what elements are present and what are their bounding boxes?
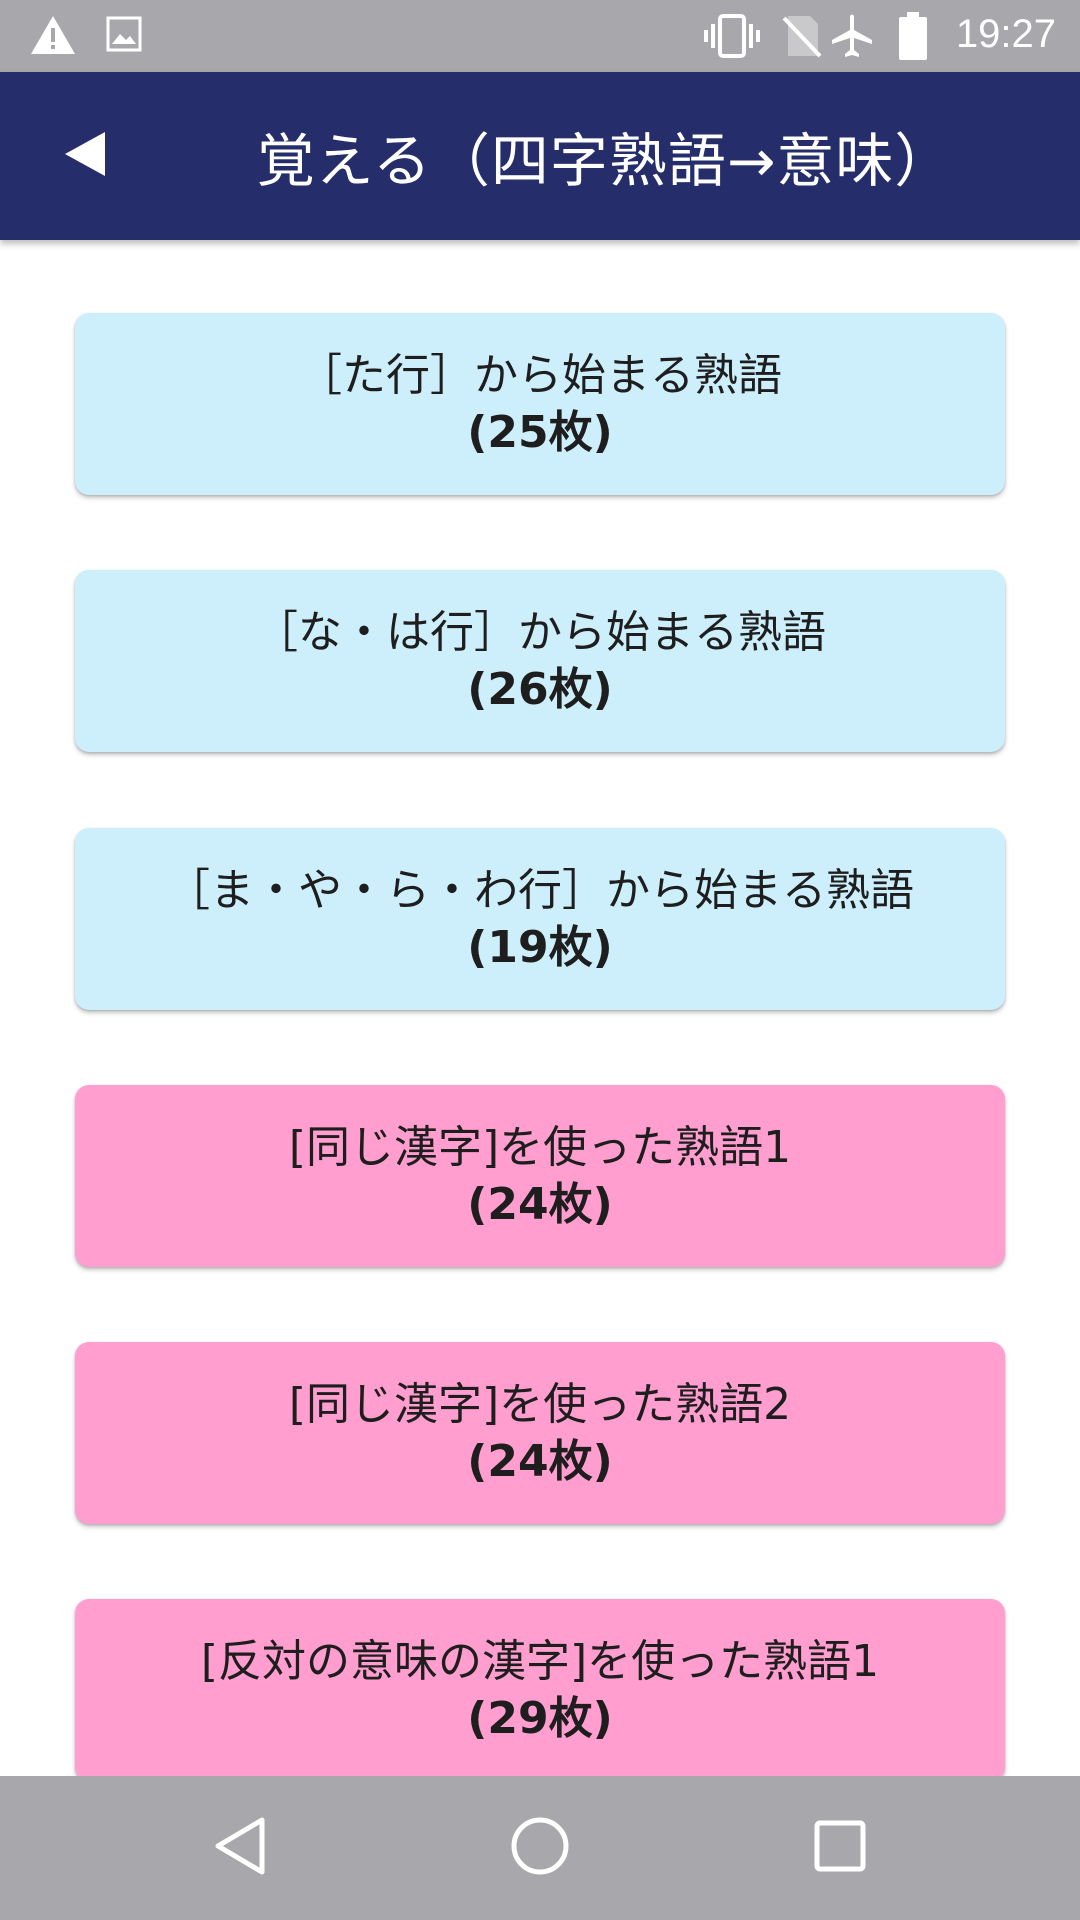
- nav-back-button[interactable]: [200, 1808, 280, 1888]
- image-icon: [106, 16, 142, 56]
- nav-home-button[interactable]: [500, 1808, 580, 1888]
- deck-card-title: [同じ漢字]を使った熟語1: [288, 1122, 792, 1173]
- no-sim-icon: [782, 14, 822, 62]
- deck-card-title: ［な・は行］から始まる熟語: [254, 607, 826, 658]
- deck-card-count: (24枚): [467, 1179, 613, 1230]
- deck-card-title: [反対の意味の漢字]を使った熟語1: [200, 1636, 880, 1687]
- back-arrow-icon: [63, 130, 107, 182]
- deck-card-ma-ya-ra-wa-row[interactable]: ［ま・や・ら・わ行］から始まる熟語 (19枚): [75, 828, 1005, 1010]
- deck-card-count: (19枚): [467, 922, 613, 973]
- deck-card-title: ［た行］から始まる熟語: [298, 350, 782, 401]
- nav-recents-button[interactable]: [800, 1808, 880, 1888]
- status-clock: 19:27: [955, 12, 1056, 56]
- deck-card-count: (24枚): [467, 1436, 613, 1487]
- deck-card-title: ［ま・や・ら・わ行］から始まる熟語: [166, 865, 914, 916]
- page-title: 覚える（四字熟語→意味）: [256, 127, 954, 195]
- battery-icon: [898, 12, 928, 64]
- vibrate-icon: [704, 14, 760, 62]
- airplane-icon: [828, 12, 876, 64]
- deck-card-ta-row[interactable]: ［た行］から始まる熟語 (25枚): [75, 313, 1005, 495]
- nav-home-icon: [508, 1814, 572, 1882]
- deck-card-count: (26枚): [467, 664, 613, 715]
- deck-card-same-kanji-2[interactable]: [同じ漢字]を使った熟語2 (24枚): [75, 1342, 1005, 1524]
- deck-card-na-ha-row[interactable]: ［な・は行］から始まる熟語 (26枚): [75, 570, 1005, 752]
- deck-list[interactable]: ［た行］から始まる熟語 (25枚) ［な・は行］から始まる熟語 (26枚) ［ま…: [0, 240, 1080, 1776]
- deck-card-same-kanji-1[interactable]: [同じ漢字]を使った熟語1 (24枚): [75, 1085, 1005, 1267]
- nav-back-icon: [210, 1814, 270, 1882]
- system-nav-bar: [0, 1776, 1080, 1920]
- deck-card-count: (29枚): [467, 1693, 613, 1744]
- deck-card-count: (25枚): [467, 407, 613, 458]
- status-bar: 19:27: [0, 0, 1080, 72]
- back-button[interactable]: [40, 116, 130, 196]
- warning-icon: [30, 14, 76, 60]
- deck-card-opposite-kanji-1[interactable]: [反対の意味の漢字]を使った熟語1 (29枚): [75, 1599, 1005, 1776]
- deck-card-title: [同じ漢字]を使った熟語2: [288, 1379, 792, 1430]
- app-bar: 覚える（四字熟語→意味）: [0, 72, 1080, 240]
- nav-recents-icon: [810, 1816, 870, 1880]
